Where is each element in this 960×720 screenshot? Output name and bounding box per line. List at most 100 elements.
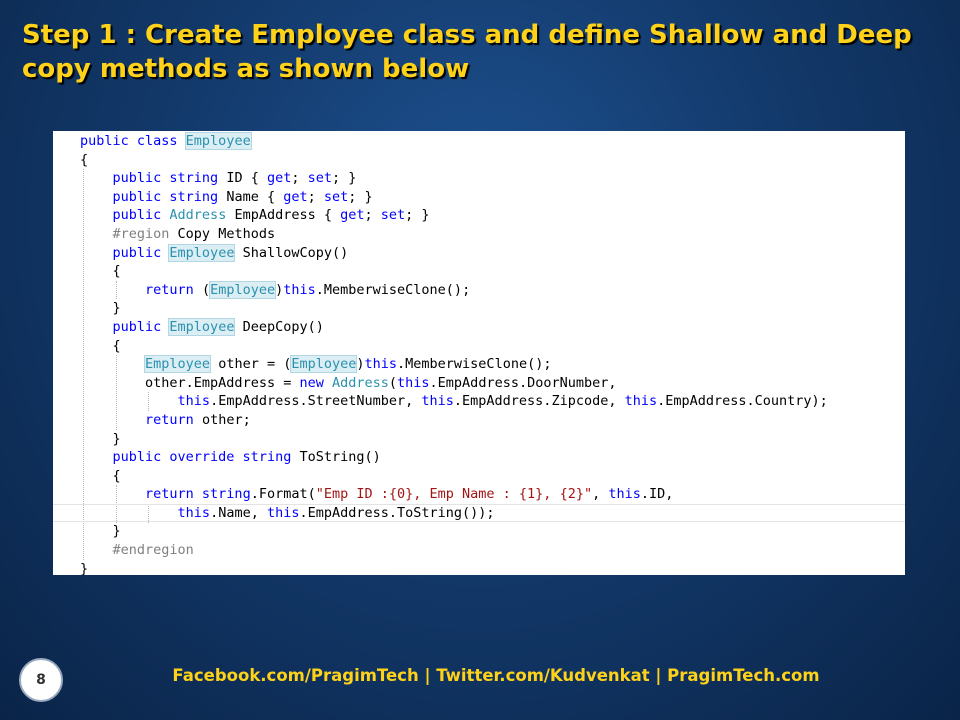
code-token: { <box>80 151 89 168</box>
footer-link[interactable]: Facebook.com/PragimTech <box>172 666 418 685</box>
code-token: other; <box>201 411 251 428</box>
keyword-token: set <box>323 188 349 205</box>
code-token: ( <box>388 374 398 391</box>
keyword-token: this <box>283 281 316 298</box>
highlighted-type-token: Employee <box>168 243 236 262</box>
code-token: ; <box>291 170 308 187</box>
keyword-token: return <box>145 281 202 298</box>
code-line: public Employee ShallowCopy() <box>53 243 905 263</box>
keyword-token: return <box>145 411 202 428</box>
code-line: public string Name { get; set; } <box>53 188 905 207</box>
keyword-token: new <box>299 374 332 391</box>
keyword-token: get <box>266 170 292 187</box>
code-line: { <box>53 151 905 170</box>
keyword-token: get <box>283 188 308 205</box>
code-token: EmpAddress { <box>226 207 341 224</box>
code-token: DeepCopy() <box>234 318 324 335</box>
highlighted-type-token: Employee <box>184 132 252 150</box>
slide-title: Step 1 : Create Employee class and defin… <box>22 20 912 84</box>
code-line: this.Name, this.EmpAddress.ToString()); <box>53 504 905 523</box>
keyword-token: this <box>397 374 430 391</box>
keyword-token: this <box>177 393 211 410</box>
code-token: { <box>112 467 121 484</box>
code-token: ; } <box>332 170 357 187</box>
preprocessor-token: #region <box>112 225 170 242</box>
footer: Facebook.com/PragimTech | Twitter.com/Ku… <box>0 666 960 685</box>
highlighted-type-token: Employee <box>209 280 277 299</box>
code-token: } <box>112 523 121 540</box>
code-token: } <box>112 430 121 447</box>
highlighted-type-token: Employee <box>144 355 212 374</box>
code-token: .EmpAddress.DoorNumber, <box>429 374 617 391</box>
code-token: ; } <box>348 188 373 205</box>
footer-link[interactable]: PragimTech.com <box>667 666 819 685</box>
code-token: ( <box>201 281 211 298</box>
code-line: } <box>53 560 905 575</box>
code-token: ; } <box>405 207 430 224</box>
code-panel: public class Employee{ public string ID … <box>53 131 905 575</box>
footer-links: Facebook.com/PragimTech | Twitter.com/Ku… <box>172 666 819 685</box>
footer-separator: | <box>649 666 668 685</box>
code-line: } <box>53 430 905 449</box>
code-line: } <box>53 299 905 318</box>
type-token: Address <box>331 374 389 391</box>
code-line: other.EmpAddress = new Address(this.EmpA… <box>53 374 905 393</box>
code-token: } <box>112 300 121 317</box>
code-token: .Format( <box>250 486 316 503</box>
code-line: public class Employee <box>53 132 905 151</box>
code-line: public Address EmpAddress { get; set; } <box>53 206 905 225</box>
code-token: .EmpAddress.ToString()); <box>299 504 495 521</box>
keyword-token: get <box>340 207 365 224</box>
code-line: #endregion <box>53 541 905 560</box>
code-token: ; <box>307 188 324 205</box>
keyword-token: this <box>624 393 658 410</box>
code-token: Copy Methods <box>169 225 276 242</box>
keyword-token: public override string <box>112 449 300 466</box>
code-token: } <box>80 560 89 575</box>
code-token: ; <box>364 207 381 224</box>
keyword-token: this <box>266 504 300 521</box>
highlighted-type-token: Employee <box>168 317 236 336</box>
code-line: return string.Format("Emp ID :{0}, Emp N… <box>53 485 905 504</box>
code-token: .MemberwiseClone(); <box>397 356 552 373</box>
code-line: public override string ToString() <box>53 448 905 467</box>
code-token: { <box>112 337 121 354</box>
string-token: "Emp ID :{0}, Emp Name : {1}, {2}" <box>315 486 593 503</box>
code-block: public class Employee{ public string ID … <box>53 132 905 575</box>
footer-link[interactable]: Twitter.com/Kudvenkat <box>436 666 649 685</box>
code-line: { <box>53 337 905 356</box>
keyword-token: public <box>112 207 170 224</box>
keyword-token: public <box>112 318 170 335</box>
code-line: public Employee DeepCopy() <box>53 317 905 337</box>
keyword-token: return string <box>145 486 251 503</box>
code-token: other.EmpAddress = <box>145 374 300 391</box>
code-line: { <box>53 262 905 281</box>
keyword-token: set <box>380 207 406 224</box>
keyword-token: this <box>421 393 454 410</box>
code-line: #region Copy Methods <box>53 225 905 244</box>
code-token: ID { <box>226 170 267 187</box>
code-token: other = ( <box>210 356 292 373</box>
code-line: return (Employee)this.MemberwiseClone(); <box>53 280 905 300</box>
code-token: ) <box>356 356 365 373</box>
code-token: ToString() <box>299 449 381 466</box>
code-token: .EmpAddress.StreetNumber, <box>210 393 422 410</box>
code-line: return other; <box>53 411 905 430</box>
code-token: { <box>112 263 121 280</box>
highlighted-type-token: Employee <box>290 355 358 374</box>
keyword-token: public class <box>80 133 186 149</box>
keyword-token: this <box>364 356 398 373</box>
keyword-token: public string <box>112 170 227 187</box>
preprocessor-token: #endregion <box>112 542 194 559</box>
footer-separator: | <box>418 666 437 685</box>
code-token: ShallowCopy() <box>234 244 349 261</box>
code-line: Employee other = (Employee)this.Memberwi… <box>53 355 905 374</box>
keyword-token: this <box>177 504 211 521</box>
code-token: .Name, <box>210 504 267 521</box>
code-line: { <box>53 467 905 486</box>
code-line: public string ID { get; set; } <box>53 169 905 188</box>
code-token: , <box>592 486 609 503</box>
code-token: .ID, <box>640 486 674 503</box>
code-line: this.EmpAddress.StreetNumber, this.EmpAd… <box>53 392 905 411</box>
code-token: .MemberwiseClone(); <box>315 281 471 298</box>
